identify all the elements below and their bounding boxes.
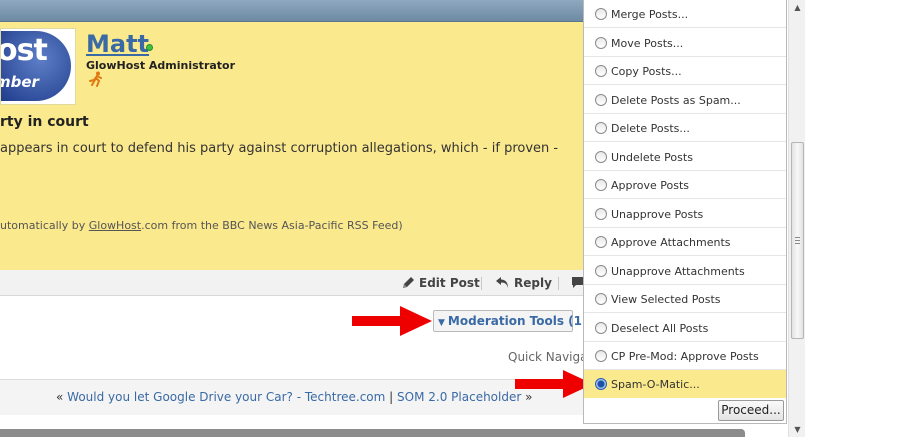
post-title: rty in court <box>0 114 89 130</box>
next-thread-link[interactable]: SOM 2.0 Placeholder <box>397 390 521 404</box>
radio-icon[interactable] <box>595 36 607 49</box>
menu-item-delete-posts-as-spam[interactable]: Delete Posts as Spam... <box>584 86 786 114</box>
radio-icon[interactable] <box>595 65 607 77</box>
menu-item-unapprove-posts[interactable]: Unapprove Posts <box>584 200 786 228</box>
post-header-bar <box>0 0 584 22</box>
radio-icon[interactable] <box>595 236 607 248</box>
menu-item-merge-posts[interactable]: Merge Posts... <box>584 0 786 28</box>
menu-item-label: Merge Posts... <box>611 8 689 21</box>
thread-nav-divider: | <box>389 390 394 404</box>
menu-item-spam-o-matic[interactable]: Spam-O-Matic... <box>584 370 786 398</box>
proceed-button[interactable]: Proceed... <box>718 400 784 421</box>
avatar-text-line2: mber <box>1 73 39 91</box>
scroll-down-arrow-icon[interactable]: ▼ <box>789 422 806 437</box>
glowhost-link[interactable]: GlowHost <box>89 219 141 232</box>
moderation-tools-label: Moderation Tools (1) <box>447 314 588 328</box>
menu-item-deselect-all-posts[interactable]: Deselect All Posts <box>584 314 786 342</box>
avatar-text-line1: ost <box>0 33 48 68</box>
menu-item-label: Move Posts... <box>611 36 684 50</box>
post-body: appears in court to defend his party aga… <box>0 141 559 156</box>
radio-icon[interactable] <box>595 93 607 106</box>
menu-item-move-posts[interactable]: Move Posts... <box>584 29 786 57</box>
radio-icon[interactable] <box>595 150 607 163</box>
reply-label: Reply <box>514 276 552 290</box>
action-divider <box>558 277 559 290</box>
rank-runner-icon <box>89 71 102 87</box>
menu-item-view-selected-posts[interactable]: View Selected Posts <box>584 285 786 313</box>
menu-item-undelete-posts[interactable]: Undelete Posts <box>584 143 786 171</box>
radio-checked-icon[interactable] <box>595 378 607 390</box>
avatar-image: ost mber <box>0 31 71 101</box>
post-action-bar: Edit Post Reply <box>0 270 584 296</box>
prev-thread-link[interactable]: Would you let Google Drive your Car? - T… <box>67 390 385 404</box>
vertical-scrollbar[interactable]: ▲ ▼ <box>788 0 805 437</box>
radio-icon[interactable] <box>595 207 607 220</box>
reply-arrow-icon <box>496 277 508 288</box>
menu-item-delete-posts[interactable]: Delete Posts... <box>584 114 786 142</box>
red-arrow-icon <box>515 370 593 398</box>
menu-item-label: Spam-O-Matic... <box>611 378 700 391</box>
grip-icon <box>795 237 800 244</box>
menu-item-label: Copy Posts... <box>611 65 682 78</box>
username-link[interactable]: Matt <box>86 30 149 58</box>
footer-prefix: utomatically by <box>0 219 89 232</box>
dropdown-triangle-icon: ▼ <box>438 318 445 328</box>
radio-icon[interactable] <box>595 179 607 191</box>
user-title: GlowHost Administrator <box>86 59 236 72</box>
online-status-icon <box>146 44 153 51</box>
quick-navigation-link[interactable]: Quick Navigat <box>508 350 592 364</box>
menu-item-cp-pre-mod-approve-posts[interactable]: CP Pre-Mod: Approve Posts <box>584 342 786 370</box>
radio-icon[interactable] <box>595 321 607 334</box>
moderation-tools-button[interactable]: ▼ Moderation Tools (1) <box>433 310 588 332</box>
avatar[interactable]: ost mber <box>0 28 76 105</box>
scroll-up-arrow-icon[interactable]: ▲ <box>789 0 806 15</box>
radio-icon[interactable] <box>595 122 607 134</box>
edit-post-label: Edit Post <box>419 276 480 290</box>
menu-item-copy-posts[interactable]: Copy Posts... <box>584 57 786 85</box>
radio-icon[interactable] <box>595 8 607 20</box>
menu-item-label: Deselect All Posts <box>611 321 709 335</box>
post-footer-note: utomatically by GlowHost.com from the BB… <box>0 219 403 232</box>
scrollbar-thumb[interactable] <box>791 142 804 339</box>
menu-item-label: Undelete Posts <box>611 150 693 164</box>
radio-icon[interactable] <box>595 350 607 362</box>
menu-item-label: Approve Attachments <box>611 236 731 249</box>
menu-item-approve-posts[interactable]: Approve Posts <box>584 171 786 199</box>
menu-item-approve-attachments[interactable]: Approve Attachments <box>584 228 786 256</box>
radio-icon[interactable] <box>595 264 607 277</box>
menu-item-label: Delete Posts... <box>611 122 690 135</box>
action-divider <box>481 277 482 290</box>
footer-suffix: .com from the BBC News Asia-Pacific RSS … <box>141 219 403 232</box>
moderation-tools-menu: Merge Posts... Move Posts... Copy Posts.… <box>583 0 787 424</box>
red-arrow-icon <box>352 306 432 336</box>
page-bottom-strip <box>0 429 745 437</box>
menu-item-label: Unapprove Posts <box>611 207 704 221</box>
menu-item-label: Unapprove Attachments <box>611 264 745 278</box>
prev-thread-marker: « <box>56 390 64 404</box>
menu-item-label: Delete Posts as Spam... <box>611 93 741 107</box>
post-container: ost mber Matt GlowHost Administrator rty… <box>0 22 584 270</box>
edit-post-button[interactable]: Edit Post <box>402 276 480 290</box>
pencil-icon <box>403 277 414 288</box>
menu-item-unapprove-attachments[interactable]: Unapprove Attachments <box>584 257 786 285</box>
menu-item-label: Approve Posts <box>611 179 690 192</box>
radio-icon[interactable] <box>595 293 607 305</box>
reply-button[interactable]: Reply <box>495 276 552 290</box>
menu-item-label: CP Pre-Mod: Approve Posts <box>611 350 759 363</box>
menu-item-label: View Selected Posts <box>611 293 721 306</box>
